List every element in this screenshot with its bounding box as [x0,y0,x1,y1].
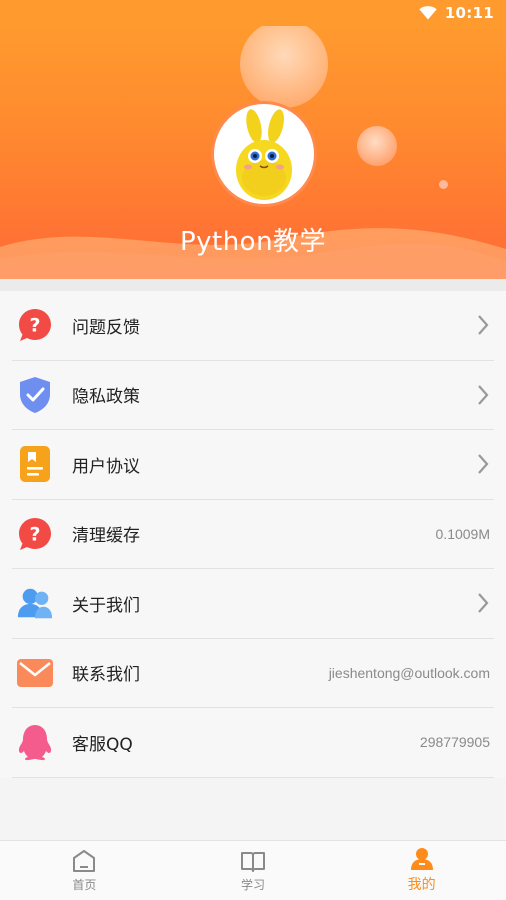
question-bubble-icon: ? [16,515,54,553]
status-time: 10:11 [444,4,494,22]
profile-username: Python教学 [179,227,327,257]
menu-item-about-us[interactable]: 关于我们 [12,569,494,639]
tab-home[interactable]: 首页 [0,841,169,900]
chevron-right-icon [478,454,489,474]
menu-item-label: 用户协议 [72,456,140,477]
menu-item-label: 客服QQ [72,734,133,755]
decorative-bubble [357,126,397,166]
menu-item-privacy-policy[interactable]: 隐私政策 [12,361,494,430]
svg-text:?: ? [29,315,40,337]
tab-label: 首页 [72,877,97,892]
profile-header: Python教学 [0,26,506,279]
settings-menu: ? 问题反馈 隐私政策 用户协议 ? 清理缓存 0.1009M 关于我们 联系我… [0,291,506,778]
tab-study[interactable]: 学习 [169,841,338,900]
person-icon [410,848,433,870]
chevron-right-icon [478,385,489,405]
menu-item-feedback[interactable]: ? 问题反馈 [12,291,494,361]
home-icon [73,849,96,872]
menu-item-label: 清理缓存 [72,526,140,547]
bottom-tab-bar: 首页 学习 我的 [0,840,506,900]
qq-number-value[interactable]: 298779905 [420,734,490,750]
menu-item-label: 联系我们 [72,665,140,686]
decorative-bubble [439,180,448,189]
envelope-icon [16,654,54,692]
cache-size-value: 0.1009M [435,525,490,542]
yellow-bunny-avatar [236,109,292,200]
shield-check-icon [16,376,54,414]
chevron-right-icon [478,315,489,335]
tab-mine[interactable]: 我的 [337,841,506,900]
tab-label: 我的 [407,877,436,893]
wifi-icon [419,6,437,20]
menu-item-contact-us[interactable]: 联系我们 jieshentong@outlook.com [12,639,494,708]
users-icon [16,584,54,622]
question-bubble-icon: ? [16,306,54,344]
menu-item-label: 隐私政策 [72,387,140,408]
chevron-right-icon [478,593,489,613]
contact-email-value[interactable]: jieshentong@outlook.com [329,665,490,681]
menu-item-clear-cache[interactable]: ? 清理缓存 0.1009M [12,500,494,569]
section-divider [0,279,506,291]
book-icon [241,851,265,872]
menu-item-label: 关于我们 [72,595,140,616]
status-bar: 10:11 [0,0,506,26]
tab-label: 学习 [241,877,266,892]
avatar[interactable] [211,101,317,207]
menu-item-user-agreement[interactable]: 用户协议 [12,430,494,500]
menu-item-label: 问题反馈 [72,317,140,338]
menu-item-customer-service-qq[interactable]: 客服QQ 298779905 [12,708,494,778]
decorative-bubble [240,26,328,108]
agreement-document-icon [16,445,54,483]
qq-penguin-icon [16,723,54,761]
svg-text:?: ? [29,523,40,545]
